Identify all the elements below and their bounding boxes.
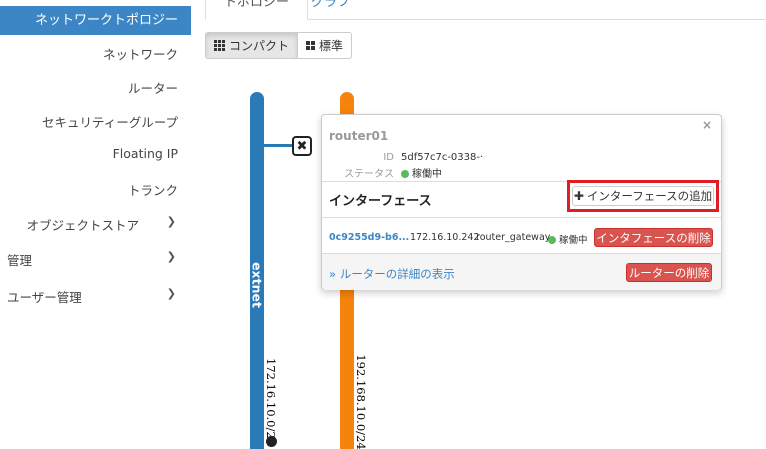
popup-footer: » ルーターの詳細の表示 ルーターの削除: [322, 253, 721, 290]
sidebar-item-security-groups[interactable]: セキュリティーグループ: [0, 112, 191, 131]
network-cidr: 192.168.10.0/24: [354, 354, 368, 449]
status-dot-icon: [401, 170, 409, 178]
status-value: 稼働中: [401, 165, 442, 180]
sidebar-item-object-store[interactable]: オブジェクトストア ❯: [0, 215, 191, 234]
chevron-right-icon: ❯: [166, 250, 176, 263]
router-icon[interactable]: ✖: [292, 136, 312, 156]
interface-owner: router_gateway: [476, 232, 551, 243]
compact-view-button[interactable]: コンパクト: [205, 32, 299, 59]
sidebar-item-label: オブジェクトストア: [26, 218, 139, 233]
id-label: ID: [383, 152, 394, 163]
grid-small-icon: [214, 40, 225, 51]
sidebar-section-label: ユーザー管理: [7, 290, 82, 305]
normal-view-button[interactable]: 標準: [298, 32, 353, 59]
sidebar-item-trunks[interactable]: トランク: [0, 180, 191, 199]
grid-large-icon: [306, 41, 316, 50]
router-name: router01: [329, 129, 389, 143]
plus-icon: ✚: [573, 189, 584, 203]
delete-interface-button[interactable]: インタフェースの削除: [594, 228, 713, 247]
normal-label: 標準: [319, 39, 344, 53]
id-value: 5df57c7c-0338-·: [401, 152, 484, 163]
router-link: [264, 144, 292, 147]
chevron-right-icon: ❯: [166, 215, 176, 228]
network-name: extnet: [249, 262, 265, 308]
add-interface-button[interactable]: ✚ インターフェースの追加: [572, 186, 714, 206]
tab-graph[interactable]: グラフ: [293, 0, 368, 20]
interface-status: 稼働中: [548, 232, 588, 246]
status-dot-icon: [548, 236, 556, 244]
sidebar-section-admin[interactable]: 管理 ❯: [0, 250, 191, 269]
interface-id-link[interactable]: 0c9255d9-b6...: [329, 232, 409, 243]
chevron-right-icon: ❯: [166, 287, 176, 300]
status-label: ステータス: [344, 169, 394, 180]
sidebar-section-identity[interactable]: ユーザー管理 ❯: [0, 287, 191, 306]
compact-label: コンパクト: [229, 39, 290, 53]
sidebar-item-network-topology[interactable]: ネットワークトポロジー: [0, 6, 191, 35]
router-popup: × router01 ID 5df57c7c-0338-· ステータス 稼働中 …: [321, 114, 722, 290]
sidebar-item-networks[interactable]: ネットワーク: [0, 44, 191, 63]
globe-icon: [266, 436, 277, 447]
add-interface-label: インターフェースの追加: [586, 189, 713, 203]
divider: [322, 217, 721, 218]
sidebar-item-routers[interactable]: ルーター: [0, 78, 191, 97]
delete-router-button[interactable]: ルーターの削除: [626, 263, 712, 282]
interface-ip: 172.16.10.242: [410, 232, 480, 243]
sidebar-item-floating-ip[interactable]: Floating IP: [0, 146, 191, 161]
router-details-link[interactable]: » ルーターの詳細の表示: [329, 266, 455, 282]
view-toggle: コンパクト 標準: [205, 32, 353, 59]
tab-bar: トポロジー グラフ: [205, 0, 766, 20]
sidebar-section-label: 管理: [7, 253, 33, 268]
close-icon[interactable]: ×: [702, 118, 712, 132]
interfaces-title: インターフェース: [329, 194, 432, 209]
network-cidr: 172.16.10.0/24: [264, 357, 278, 447]
sidebar: ネットワークトポロジー ネットワーク ルーター セキュリティーグループ Floa…: [0, 0, 191, 449]
